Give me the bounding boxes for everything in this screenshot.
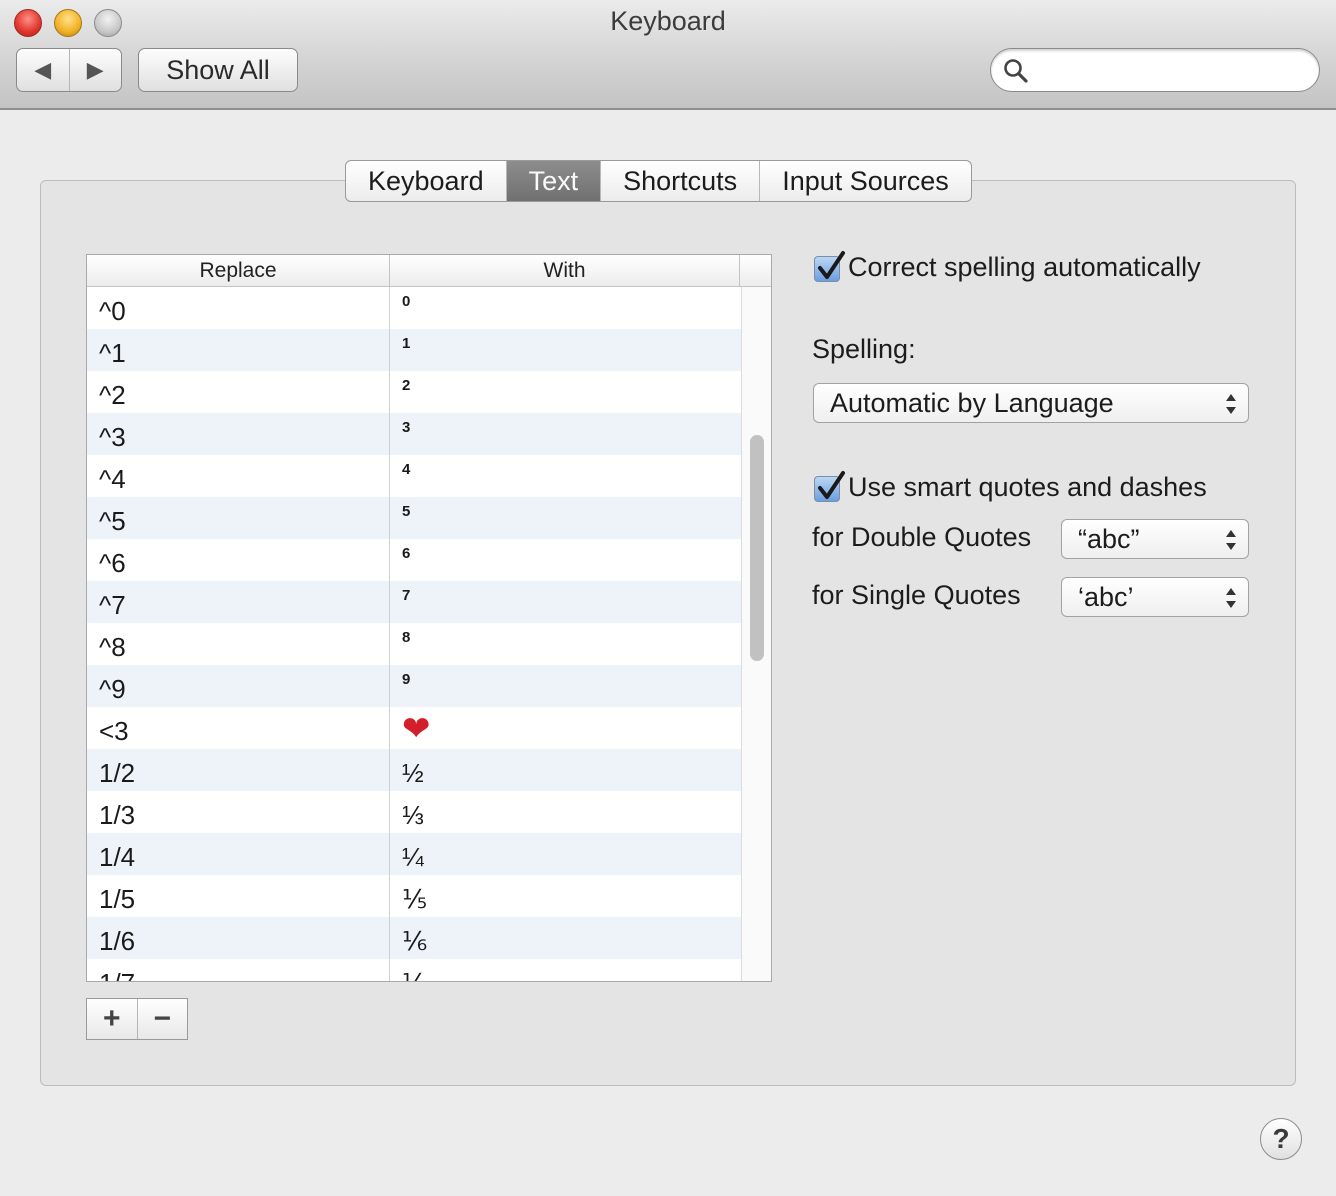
with-cell[interactable]: ⅕	[390, 875, 741, 917]
replace-cell[interactable]: ^6	[87, 539, 390, 581]
with-cell[interactable]: ½	[390, 749, 741, 791]
with-cell[interactable]: 3	[390, 413, 741, 455]
spelling-language-popup[interactable]: Automatic by Language	[813, 383, 1249, 423]
column-header-replace[interactable]: Replace	[87, 255, 390, 286]
search-icon	[1004, 59, 1028, 83]
single-quotes-value: ‘abc’	[1078, 581, 1134, 612]
replace-cell[interactable]: 1/4	[87, 833, 390, 875]
popup-arrows-icon	[1226, 530, 1236, 550]
table-header: Replace With	[87, 255, 771, 287]
column-header-corner	[740, 255, 771, 286]
table-row[interactable]: ^2 2	[87, 371, 741, 413]
back-forward-control: ◀ ▶	[16, 48, 122, 92]
tab-shortcuts[interactable]: Shortcuts	[600, 161, 759, 201]
replace-cell[interactable]: ^7	[87, 581, 390, 623]
heart-icon[interactable]: ❤	[390, 707, 741, 749]
table-row[interactable]: 1/4 ¼	[87, 833, 741, 875]
tab-bar: Keyboard Text Shortcuts Input Sources	[345, 160, 972, 202]
table-row[interactable]: ^1 1	[87, 329, 741, 371]
checkmark-icon	[818, 471, 845, 499]
tab-text[interactable]: Text	[505, 161, 601, 201]
replace-cell[interactable]: <3	[87, 707, 390, 749]
table-row[interactable]: ^9 9	[87, 665, 741, 707]
spelling-label: Spelling:	[812, 334, 916, 364]
replace-cell[interactable]: ^4	[87, 455, 390, 497]
back-button[interactable]: ◀	[17, 49, 69, 91]
smart-quotes-checkbox[interactable]	[814, 471, 845, 502]
replace-cell[interactable]: ^2	[87, 371, 390, 413]
text-replacement-table[interactable]: Replace With ^0 0 ^1 1 ^2 2 ^3 3 ^4 4 ^5 5 ^6 6…	[86, 254, 772, 982]
checkmark-icon	[818, 251, 845, 279]
popup-arrows-icon	[1226, 588, 1236, 608]
table-row[interactable]: 1/6 ⅙	[87, 917, 741, 959]
single-quotes-label: for Single Quotes	[812, 580, 1021, 610]
with-cell[interactable]: 1	[390, 329, 741, 371]
vertical-scrollbar[interactable]	[741, 287, 771, 981]
table-body: ^0 0 ^1 1 ^2 2 ^3 3 ^4 4 ^5 5 ^6 6 ^7 7 ^8 8 ^9 9 …	[87, 287, 741, 982]
replace-cell[interactable]: 1/3	[87, 791, 390, 833]
table-row[interactable]: ^5 5	[87, 497, 741, 539]
replace-cell[interactable]: 1/5	[87, 875, 390, 917]
with-cell[interactable]: ¼	[390, 833, 741, 875]
smart-quotes-label: Use smart quotes and dashes	[848, 472, 1207, 502]
with-cell[interactable]: ⅙	[390, 917, 741, 959]
with-cell[interactable]: ⅓	[390, 791, 741, 833]
table-row[interactable]: ^6 6	[87, 539, 741, 581]
help-button[interactable]: ?	[1260, 1118, 1302, 1160]
replace-cell[interactable]: ^8	[87, 623, 390, 665]
table-row[interactable]: 1/2 ½	[87, 749, 741, 791]
replace-cell[interactable]: ^1	[87, 329, 390, 371]
with-cell[interactable]: 4	[390, 455, 741, 497]
table-row[interactable]: ^4 4	[87, 455, 741, 497]
table-row[interactable]: 1/5 ⅕	[87, 875, 741, 917]
with-cell[interactable]: 9	[390, 665, 741, 707]
with-cell[interactable]: 8	[390, 623, 741, 665]
with-cell[interactable]: 2	[390, 371, 741, 413]
forward-arrow-icon: ▶	[86, 57, 104, 82]
replace-cell[interactable]: 1/2	[87, 749, 390, 791]
forward-button[interactable]: ▶	[68, 49, 122, 91]
column-header-with[interactable]: With	[390, 255, 740, 286]
add-button[interactable]: +	[87, 999, 137, 1039]
tab-input-sources[interactable]: Input Sources	[759, 161, 971, 201]
correct-spelling-checkbox[interactable]	[814, 251, 845, 282]
with-cell[interactable]: 7	[390, 581, 741, 623]
popup-arrows-icon	[1226, 394, 1236, 414]
replace-cell[interactable]: ^5	[87, 497, 390, 539]
tab-keyboard[interactable]: Keyboard	[346, 161, 506, 201]
show-all-button[interactable]: Show All	[138, 48, 298, 92]
spelling-language-value: Automatic by Language	[830, 387, 1114, 418]
scrollbar-thumb[interactable]	[750, 435, 764, 661]
with-cell[interactable]: ⅐	[390, 959, 741, 982]
table-row[interactable]: 1/3 ⅓	[87, 791, 741, 833]
remove-button[interactable]: −	[136, 999, 188, 1039]
table-row[interactable]: ^8 8	[87, 623, 741, 665]
table-row[interactable]: ^0 0	[87, 287, 741, 329]
replace-cell[interactable]: ^9	[87, 665, 390, 707]
double-quotes-label: for Double Quotes	[812, 522, 1032, 552]
table-row[interactable]: ^7 7	[87, 581, 741, 623]
search-field[interactable]	[990, 48, 1320, 92]
with-cell[interactable]: 0	[390, 287, 741, 329]
table-row[interactable]: <3 ❤	[87, 707, 741, 749]
correct-spelling-label: Correct spelling automatically	[848, 252, 1201, 282]
replace-cell[interactable]: ^0	[87, 287, 390, 329]
double-quotes-popup[interactable]: “abc”	[1061, 519, 1249, 559]
double-quotes-value: “abc”	[1078, 523, 1140, 554]
title-bar: Keyboard ◀ ▶ Show All	[0, 0, 1336, 110]
replace-cell[interactable]: 1/6	[87, 917, 390, 959]
window-title: Keyboard	[610, 6, 726, 36]
replace-cell[interactable]: ^3	[87, 413, 390, 455]
table-row[interactable]: 1/7⅐	[87, 959, 741, 982]
table-row[interactable]: ^3 3	[87, 413, 741, 455]
add-remove-control: + −	[86, 998, 188, 1040]
replace-cell[interactable]: 1/7	[87, 959, 390, 981]
single-quotes-popup[interactable]: ‘abc’	[1061, 577, 1249, 617]
back-arrow-icon: ◀	[34, 57, 52, 82]
with-cell[interactable]: 6	[390, 539, 741, 581]
with-cell[interactable]: 5	[390, 497, 741, 539]
search-input[interactable]	[1037, 55, 1307, 85]
